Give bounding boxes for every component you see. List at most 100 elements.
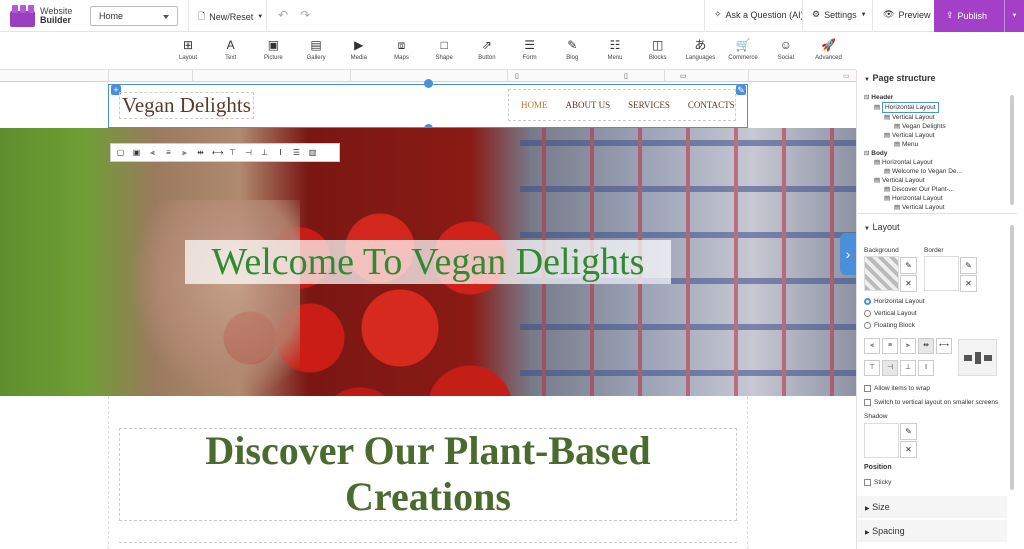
- valign-bottom-icon[interactable]: ⊥: [900, 360, 916, 376]
- tool-form[interactable]: ☰ Form: [507, 38, 553, 61]
- box-fill-icon[interactable]: ▣: [132, 148, 141, 157]
- radio-floating-block[interactable]: Floating Block: [864, 322, 915, 329]
- tree-scrollbar[interactable]: [1010, 95, 1014, 205]
- new-reset-button[interactable]: 🗋 New/Reset ▼: [198, 9, 263, 25]
- align-left-icon[interactable]: ⫷: [864, 338, 880, 354]
- row-guide: [119, 542, 737, 549]
- shadow-swatch[interactable]: [864, 423, 899, 458]
- space-between-icon[interactable]: ⇹: [918, 338, 934, 354]
- valign-bottom-icon[interactable]: ⊥: [260, 148, 269, 157]
- tree-node[interactable]: ▤ Discover Our Plant-...: [864, 185, 1009, 194]
- tree-node[interactable]: ⊟ Body: [864, 149, 1009, 158]
- desktop-icon[interactable]: ▭: [843, 72, 850, 80]
- laptop-icon[interactable]: ▭: [680, 72, 687, 80]
- tree-node[interactable]: ▤ Horizontal Layout: [864, 102, 1009, 113]
- ruler-tick: [664, 70, 665, 82]
- layout-floating-toolbar: ▢ ▣ ⫷ ≡ ⫸ ⇹ ⟷ ⊤ ⊣ ⊥ Ⅰ ☰ ▥: [110, 143, 340, 162]
- tool-shape[interactable]: □ Shape: [421, 38, 467, 61]
- tree-node[interactable]: ▤ Horizontal Layout: [864, 158, 1009, 167]
- publish-dropdown-icon[interactable]: ▼: [1004, 0, 1024, 32]
- ask-ai-button[interactable]: ✧ Ask a Question (AI): [714, 9, 804, 20]
- tree-node[interactable]: ▤ Vegan Delights: [864, 122, 1009, 131]
- tree-node[interactable]: ▤ Menu: [864, 140, 1009, 149]
- space-around-icon[interactable]: ⟷: [212, 148, 223, 157]
- nav-services[interactable]: SERVICES: [628, 100, 670, 110]
- section-title[interactable]: Discover Our Plant-Based Creations: [119, 428, 737, 520]
- tool-languages[interactable]: あ Languages: [677, 38, 723, 61]
- add-above-icon[interactable]: [424, 79, 433, 88]
- nav-about[interactable]: ABOUT US: [566, 100, 611, 110]
- site-brand[interactable]: Vegan Delights: [119, 92, 254, 119]
- tablet-icon[interactable]: ▯: [624, 72, 628, 80]
- nav-contacts[interactable]: CONTACTS: [688, 100, 735, 110]
- align-left-icon[interactable]: ⫷: [148, 148, 157, 158]
- size-section-header[interactable]: ▶ Size: [857, 496, 1007, 518]
- spacing-section-header[interactable]: ▶ Spacing: [857, 520, 1007, 542]
- tool-menu[interactable]: ☷ Menu: [592, 38, 638, 61]
- edit-pencil-icon[interactable]: ✎: [736, 85, 746, 95]
- valign-top-icon[interactable]: ⊤: [228, 148, 237, 157]
- page-structure-header[interactable]: ▼ Page structure: [864, 73, 936, 83]
- align-center-icon[interactable]: ≡: [164, 148, 173, 157]
- panel-scrollbar[interactable]: [1010, 225, 1014, 490]
- tree-node[interactable]: ⊟ Header: [864, 93, 1009, 102]
- tree-node[interactable]: ▤ Welcome to Vegan De...: [864, 167, 1009, 176]
- valign-middle-icon[interactable]: ⊣: [244, 148, 253, 157]
- settings-button[interactable]: ⚙ Settings ▼: [812, 9, 867, 20]
- clear-shadow-icon[interactable]: ✕: [900, 441, 917, 458]
- allow-wrap-checkbox[interactable]: Allow items to wrap: [864, 385, 930, 392]
- tool-picture[interactable]: ▣ Picture: [250, 38, 296, 61]
- space-around-icon[interactable]: ⟷: [936, 338, 952, 354]
- space-between-icon[interactable]: ⇹: [196, 148, 205, 157]
- tree-node[interactable]: ▤ Horizontal Layout: [864, 194, 1009, 203]
- radio-horizontal-layout[interactable]: Horizontal Layout: [864, 298, 925, 305]
- hero-title[interactable]: Welcome To Vegan Delights: [185, 240, 671, 284]
- page-select[interactable]: Home: [90, 6, 178, 26]
- background-swatch[interactable]: [864, 256, 899, 291]
- align-center-icon[interactable]: ≡: [882, 338, 898, 354]
- align-right-icon[interactable]: ⫸: [180, 148, 189, 158]
- tool-text[interactable]: A Text: [208, 38, 254, 61]
- clear-background-icon[interactable]: ✕: [900, 275, 917, 292]
- radio-vertical-layout[interactable]: Vertical Layout: [864, 310, 917, 317]
- stretch-icon[interactable]: Ⅰ: [918, 360, 934, 376]
- preview-button[interactable]: 👁 Preview: [883, 9, 930, 20]
- switch-vertical-checkbox[interactable]: Switch to vertical layout on smaller scr…: [864, 399, 998, 406]
- site-menu[interactable]: HOME ABOUT US SERVICES CONTACTS: [508, 89, 736, 121]
- border-swatch[interactable]: [924, 256, 959, 291]
- nav-home[interactable]: HOME: [521, 100, 548, 110]
- rows-icon[interactable]: ☰: [292, 148, 301, 157]
- mobile-icon[interactable]: ▯: [515, 72, 519, 80]
- tool-maps[interactable]: ⧈ Maps: [379, 38, 425, 61]
- tree-node[interactable]: ▤ Vertical Layout: [864, 113, 1009, 122]
- tool-advanced[interactable]: 🚀 Advanced: [806, 38, 852, 61]
- tool-commerce[interactable]: 🛒 Commerce: [720, 38, 766, 61]
- edit-border-icon[interactable]: ✎: [960, 257, 977, 274]
- stretch-icon[interactable]: Ⅰ: [276, 148, 285, 157]
- tool-layout[interactable]: ⊞ Layout: [165, 38, 211, 61]
- tree-node[interactable]: ▤ Vertical Layout: [864, 176, 1009, 185]
- layout-section-header[interactable]: ▼ Layout: [864, 222, 900, 232]
- sticky-checkbox[interactable]: Sticky: [864, 479, 891, 486]
- valign-middle-icon[interactable]: ⊣: [882, 360, 898, 376]
- tree-node[interactable]: ▤ Vertical Layout: [864, 131, 1009, 140]
- tool-blog[interactable]: ✎ Blog: [549, 38, 595, 61]
- columns-icon[interactable]: ▥: [308, 148, 317, 157]
- panel-toggle-chevron-icon[interactable]: ›: [840, 233, 856, 275]
- publish-button[interactable]: ⇪ Publish ▼: [934, 0, 1024, 32]
- tree-node[interactable]: ▤ Vertical Layout: [864, 203, 1009, 212]
- tool-media[interactable]: ▶ Media: [336, 38, 382, 61]
- valign-top-icon[interactable]: ⊤: [864, 360, 880, 376]
- ruler-tick: [748, 70, 749, 82]
- edit-shadow-icon[interactable]: ✎: [900, 423, 917, 440]
- box-icon[interactable]: ▢: [116, 148, 125, 157]
- tool-social[interactable]: ☺ Social: [763, 38, 809, 61]
- align-right-icon[interactable]: ⫸: [900, 338, 916, 354]
- clear-border-icon[interactable]: ✕: [960, 275, 977, 292]
- edit-background-icon[interactable]: ✎: [900, 257, 917, 274]
- tool-blocks[interactable]: ◫ Blocks: [635, 38, 681, 61]
- undo-icon[interactable]: ↶: [278, 8, 288, 22]
- redo-icon[interactable]: ↷: [300, 8, 310, 22]
- tool-gallery[interactable]: ▤ Gallery: [293, 38, 339, 61]
- tool-button[interactable]: ⇗ Button: [464, 38, 510, 61]
